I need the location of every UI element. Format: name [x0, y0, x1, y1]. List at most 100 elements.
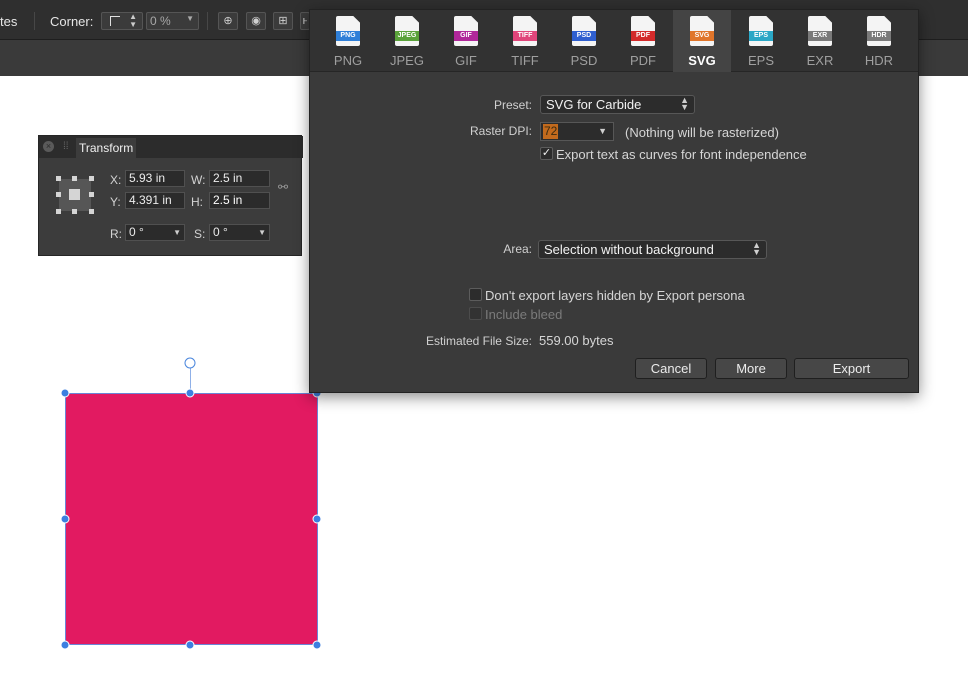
eye-icon[interactable]: ◉ — [246, 12, 266, 30]
anchor-point[interactable] — [72, 209, 77, 214]
exr-file-icon: EXR — [808, 16, 832, 46]
file-size-label: Estimated File Size: — [425, 334, 532, 348]
resize-handle-top[interactable] — [185, 388, 195, 398]
cancel-button[interactable]: Cancel — [635, 358, 707, 379]
format-tab-jpeg[interactable]: JPEG JPEG — [378, 10, 436, 72]
format-icon-badge: SVG — [690, 31, 714, 41]
format-tab-svg[interactable]: SVG SVG — [673, 10, 731, 72]
anchor-center[interactable] — [69, 189, 80, 200]
format-tab-label: SVG — [688, 53, 716, 68]
format-tab-eps[interactable]: EPS EPS — [732, 10, 790, 72]
format-tab-pdf[interactable]: PDF PDF — [614, 10, 672, 72]
format-icon-badge: TIFF — [513, 31, 537, 41]
corner-shape-icon — [110, 16, 120, 26]
grip-icon[interactable]: ⁞⁞ — [63, 141, 69, 152]
resize-handle-top-left[interactable] — [60, 388, 70, 398]
format-tab-label: PNG — [333, 53, 363, 68]
raster-dpi-value[interactable]: 72 — [543, 124, 559, 139]
format-tab-gif[interactable]: GIF GIF — [437, 10, 495, 72]
h-field[interactable]: 2.5 in — [209, 192, 270, 209]
format-icon-badge: HDR — [867, 31, 891, 41]
gif-file-icon: GIF — [454, 16, 478, 46]
format-tab-label: EPS — [747, 53, 774, 68]
format-icon-badge: PNG — [336, 31, 360, 41]
format-tab-hdr[interactable]: HDR HDR — [850, 10, 908, 72]
stepper-icon: ▲ ▼ — [680, 95, 689, 112]
curves-label: Export text as curves for font independe… — [556, 147, 807, 162]
toolbar-divider — [207, 12, 208, 30]
format-tab-label: TIFF — [511, 53, 539, 68]
eps-file-icon: EPS — [749, 16, 773, 46]
resize-handle-right[interactable] — [312, 514, 322, 524]
area-label: Area: — [503, 242, 532, 256]
preset-value: SVG for Carbide — [546, 97, 642, 112]
selected-rectangle[interactable] — [65, 393, 318, 645]
hidden-layers-label: Don't export layers hidden by Export per… — [485, 288, 745, 303]
format-icon-badge: GIF — [454, 31, 478, 41]
anchor-selector[interactable] — [56, 176, 94, 214]
png-file-icon: PNG — [336, 16, 360, 46]
raster-dpi-combobox[interactable]: 72 ▼ — [540, 122, 614, 141]
transform-panel: × ⁞⁞ Transform X: 5.93 in W: 2.5 in Y: 4… — [38, 135, 303, 256]
chevron-down-icon: ▼ — [173, 228, 181, 237]
resize-handle-bottom-right[interactable] — [312, 640, 322, 650]
pdf-file-icon: PDF — [631, 16, 655, 46]
x-field[interactable]: 5.93 in — [125, 170, 185, 187]
format-icon-badge: EXR — [808, 31, 832, 41]
y-field[interactable]: 4.391 in — [125, 192, 185, 209]
svg-file-icon: SVG — [690, 16, 714, 46]
anchor-point[interactable] — [56, 209, 61, 214]
format-tab-png[interactable]: PNG PNG — [319, 10, 377, 72]
resize-handle-bottom[interactable] — [185, 640, 195, 650]
toolbar-cut-label: tes — [0, 14, 18, 29]
curves-checkbox[interactable]: ✓ — [540, 147, 553, 160]
format-tab-label: EXR — [806, 53, 834, 68]
corner-percent-value: 0 % — [150, 14, 171, 28]
format-tab-label: JPEG — [390, 53, 424, 68]
rasterize-note: (Nothing will be rasterized) — [625, 125, 779, 140]
anchor-point[interactable] — [56, 192, 61, 197]
corner-type-dropdown[interactable]: ▲ ▼ — [101, 12, 143, 30]
close-icon[interactable]: × — [43, 141, 54, 152]
align-icon[interactable]: ⊞ — [273, 12, 293, 30]
anchor-point[interactable] — [56, 176, 61, 181]
tab-transform[interactable]: Transform — [76, 138, 137, 158]
resize-handle-left[interactable] — [60, 514, 70, 524]
anchor-point[interactable] — [72, 176, 77, 181]
include-bleed-label: Include bleed — [485, 307, 563, 322]
w-field[interactable]: 2.5 in — [209, 170, 270, 187]
format-tab-psd[interactable]: PSD PSD — [555, 10, 613, 72]
link-proportions-icon[interactable]: ⚯ — [278, 180, 288, 194]
hdr-file-icon: HDR — [867, 16, 891, 46]
more-button[interactable]: More — [715, 358, 787, 379]
x-label: X: — [110, 173, 122, 187]
hidden-layers-checkbox[interactable] — [469, 288, 482, 301]
area-value: Selection without background — [544, 242, 714, 257]
jpeg-file-icon: JPEG — [395, 16, 419, 46]
include-bleed-checkbox[interactable] — [469, 307, 482, 320]
corner-percent-field[interactable]: 0 % ▼ — [146, 12, 199, 30]
chevron-down-icon[interactable]: ▼ — [598, 126, 607, 136]
rotation-handle[interactable] — [184, 357, 196, 369]
format-tab-exr[interactable]: EXR EXR — [791, 10, 849, 72]
format-icon-badge: JPEG — [395, 31, 419, 41]
r-label: R: — [110, 227, 122, 241]
format-tab-label: GIF — [455, 53, 477, 68]
anchor-point[interactable] — [89, 209, 94, 214]
export-button[interactable]: Export — [794, 358, 909, 379]
preset-label: Preset: — [493, 98, 532, 112]
format-icon-badge: EPS — [749, 31, 773, 41]
format-tab-tiff[interactable]: TIFF TIFF — [496, 10, 554, 72]
area-dropdown[interactable]: Selection without background ▲ ▼ — [538, 240, 767, 259]
w-label: W: — [191, 173, 206, 187]
anchor-point[interactable] — [89, 192, 94, 197]
crosshair-icon[interactable]: ⊕ — [218, 12, 238, 30]
resize-handle-bottom-left[interactable] — [60, 640, 70, 650]
anchor-point[interactable] — [89, 176, 94, 181]
y-label: Y: — [110, 195, 121, 209]
tiff-file-icon: TIFF — [513, 16, 537, 46]
shear-dropdown[interactable]: 0 ° ▼ — [209, 224, 270, 241]
preset-dropdown[interactable]: SVG for Carbide ▲ ▼ — [540, 95, 695, 114]
h-label: H: — [191, 195, 203, 209]
rotation-dropdown[interactable]: 0 ° ▼ — [125, 224, 185, 241]
